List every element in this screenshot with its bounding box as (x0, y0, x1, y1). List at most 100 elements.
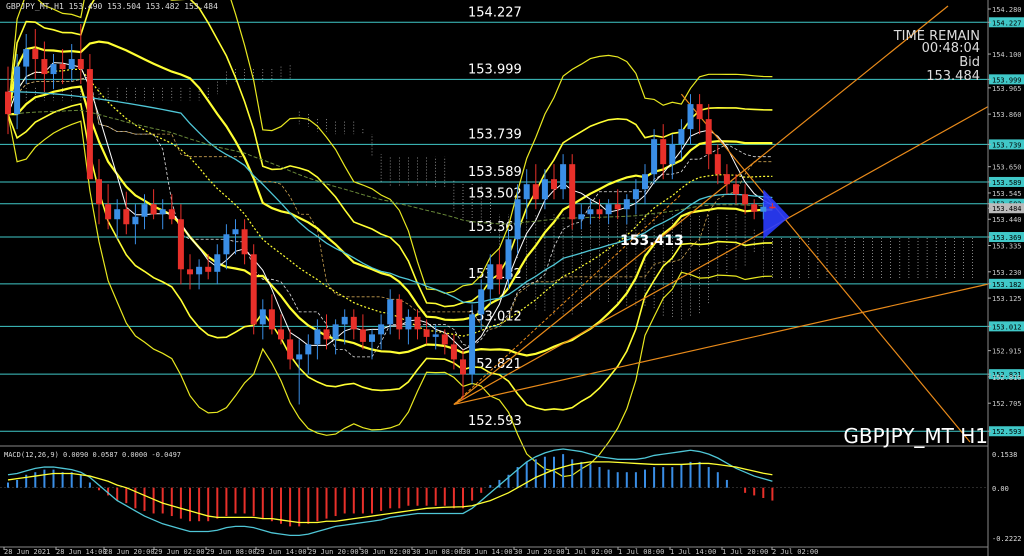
candle-bear (105, 204, 112, 220)
time-remain-value: 00:48:04 (922, 41, 980, 56)
level-label: 153.739 (468, 127, 522, 142)
candle-bull (68, 59, 75, 70)
time-tick-label: 1 Jul 08:00 (618, 548, 664, 556)
candle-bear (705, 119, 712, 155)
candle-bull (632, 189, 639, 200)
chart-window[interactable]: 154.227 153.999 153.739 153.589 153.502 153.3… (0, 0, 1024, 556)
candle-bull (642, 174, 648, 190)
level-label: 153.589 (468, 165, 522, 180)
candle-bear (723, 174, 730, 185)
time-tick-label: 1 Jul 02:00 (566, 548, 612, 556)
candle-bull (314, 329, 321, 345)
candle-bull (678, 129, 685, 145)
level-label: 153.999 (468, 62, 522, 77)
macd-label: MACD(12,26,9) 0.0090 0.0587 0.0000 -0.04… (4, 451, 181, 459)
time-tick-label: 2 Jul 02:00 (772, 548, 818, 556)
candle-bull (760, 206, 767, 212)
price-tick-label: 153.182 (992, 281, 1022, 289)
level-label: 154.227 (468, 5, 522, 20)
candle-bull (387, 299, 394, 325)
time-tick-label: 30 Jun 08:00 (412, 548, 463, 556)
time-tick-label: 30 Jun 20:00 (514, 548, 565, 556)
price-tick-label: 152.915 (992, 348, 1022, 356)
candle-bull (50, 64, 57, 75)
candle-bear (714, 154, 721, 175)
candle-bull (141, 204, 148, 217)
candle-bear (614, 204, 621, 210)
candle-bull (623, 199, 630, 210)
candle-bull (523, 184, 530, 200)
candle-bear (187, 269, 193, 275)
candle-bear (123, 209, 130, 225)
candle-bear (241, 229, 248, 255)
candle-bull (378, 324, 385, 335)
time-tick-label: 28 Jun 20:00 (104, 548, 155, 556)
candle-bull (505, 239, 512, 280)
price-tick-label: 153.545 (992, 190, 1022, 198)
candle-bull (159, 209, 166, 215)
level-label: 153.502 (468, 187, 522, 202)
time-tick-label: 29 Jun 14:00 (256, 548, 307, 556)
time-tick-label: 30 Jun 14:00 (462, 548, 513, 556)
price-tick-label: 153.012 (992, 323, 1022, 331)
candle-bull (514, 199, 521, 240)
candle-bull (651, 139, 658, 175)
candle-bull (259, 309, 266, 325)
price-tick-label: 153.369 (992, 234, 1022, 242)
time-tick-label: 28 Jun 2021 (4, 548, 50, 556)
candle-bear (86, 69, 93, 180)
candle-bull (232, 229, 239, 235)
time-tick-label: 29 Jun 02:00 (154, 548, 205, 556)
price-tick-label: 152.810 (992, 374, 1022, 382)
candle-bull (214, 254, 221, 272)
price-tick-label: 153.860 (992, 111, 1022, 119)
candle-bear (450, 344, 457, 360)
candle-bull (196, 266, 203, 275)
candle-bull (669, 144, 676, 165)
candle-bull (487, 264, 494, 290)
candle-bear (742, 194, 749, 205)
candle-bull (369, 334, 375, 342)
candle-bear (396, 299, 403, 330)
price-tick-label: 153.739 (992, 141, 1022, 149)
price-tick-label: 153.230 (992, 269, 1022, 277)
candle-bear (751, 204, 758, 212)
candle-bull (332, 324, 339, 340)
time-tick-label: 29 Jun 20:00 (308, 548, 359, 556)
candle-bear (5, 91, 11, 115)
bid-label: Bid (959, 55, 980, 70)
price-tick-label: 154.280 (992, 6, 1022, 14)
level-label: 153.369 (468, 220, 522, 235)
macd-axis-bottom: -0.2222 (992, 535, 1022, 543)
candle-bull (341, 316, 348, 325)
candle-bull (605, 204, 612, 215)
candle-bear (359, 329, 366, 342)
price-tick-label: 154.227 (992, 19, 1022, 27)
price-tick-label: 154.100 (992, 51, 1022, 59)
price-chart[interactable]: 154.227 153.999 153.739 153.589 153.502 153.3… (0, 0, 1024, 556)
candle-bear (569, 164, 576, 220)
candle-bull (114, 209, 121, 220)
candle-bear (532, 184, 539, 200)
time-tick-label: 29 Jun 08:00 (206, 548, 257, 556)
candle-bear (423, 329, 430, 337)
candle-bear (769, 206, 776, 209)
candle-bear (414, 316, 421, 330)
candle-bull (587, 209, 594, 215)
price-tick-label: 153.440 (992, 216, 1022, 224)
candle-bull (23, 49, 30, 67)
macd-axis-top: 0.1538 (992, 451, 1017, 459)
candle-bear (205, 266, 212, 272)
bid-value: 153.484 (926, 69, 980, 84)
candle-bear (733, 184, 739, 195)
price-tick-label: 153.999 (992, 76, 1022, 84)
price-tick-label: 153.589 (992, 179, 1022, 187)
candle-bear (268, 309, 275, 330)
mid-price-label: 153.413 (620, 233, 684, 249)
candle-bull (578, 214, 585, 220)
time-tick-label: 1 Jul 14:00 (670, 548, 716, 556)
candle-bear (441, 334, 448, 345)
candle-bear (323, 329, 330, 340)
candle-bear (168, 209, 175, 220)
candle-bull (560, 164, 567, 190)
